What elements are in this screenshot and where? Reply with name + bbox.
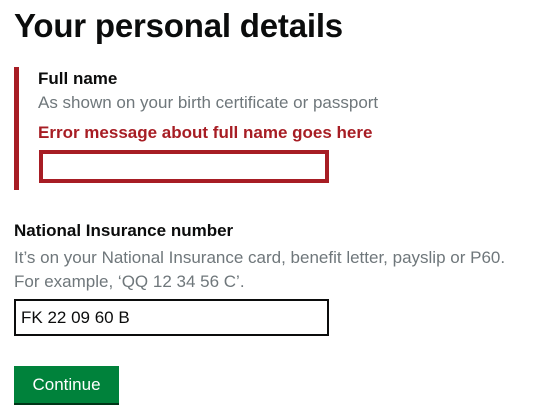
ni-number-hint-line-1: It’s on your National Insurance card, be…	[14, 248, 506, 267]
full-name-input[interactable]	[39, 150, 329, 183]
ni-number-label: National Insurance number	[14, 221, 234, 240]
page-title: Your personal details	[14, 7, 343, 44]
ni-number-input[interactable]	[14, 299, 329, 336]
ni-number-hint-line-2: For example, ‘QQ 12 34 56 C’.	[14, 272, 245, 291]
full-name-error-message: Error message about full name goes here	[38, 123, 373, 142]
continue-button[interactable]: Continue	[14, 366, 119, 403]
full-name-label: Full name	[38, 69, 118, 88]
full-name-form-group: Full name As shown on your birth certifi…	[14, 67, 419, 190]
full-name-hint: As shown on your birth certificate or pa…	[38, 93, 379, 112]
ni-number-hint: It’s on your National Insurance card, be…	[14, 246, 505, 294]
